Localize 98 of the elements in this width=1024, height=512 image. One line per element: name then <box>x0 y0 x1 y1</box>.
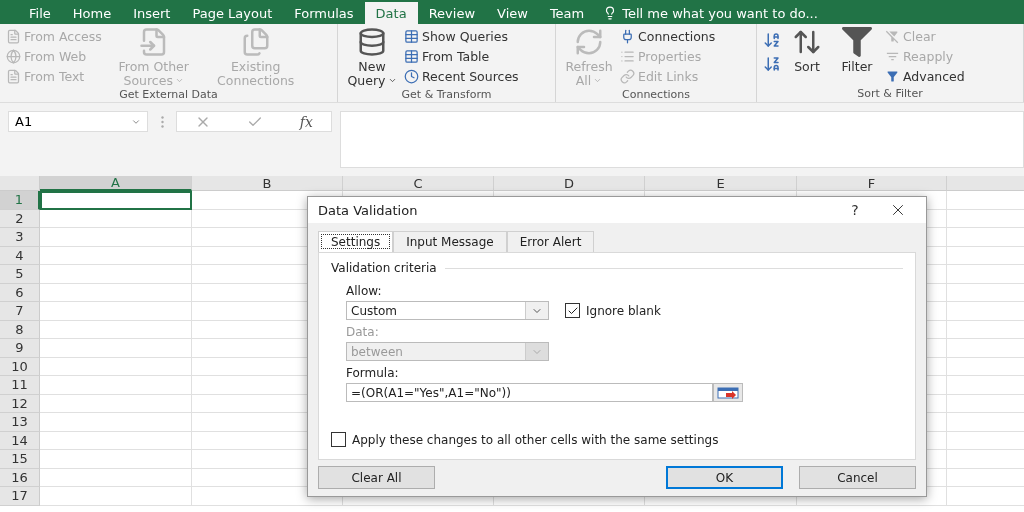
tell-me-search[interactable]: Tell me what you want to do... <box>603 2 818 24</box>
menu-tab[interactable]: Formulas <box>283 2 365 24</box>
insert-function-button[interactable]: fx <box>299 113 313 130</box>
sheet-cell[interactable] <box>40 302 192 321</box>
sheet-cell[interactable] <box>40 376 192 395</box>
sheet-cell[interactable] <box>40 265 192 284</box>
sheet-cell[interactable] <box>40 246 192 265</box>
field-label: Data: <box>346 325 379 339</box>
row-header[interactable]: 17 <box>0 487 40 506</box>
ribbon-button[interactable]: Connections <box>620 27 716 45</box>
allow-dropdown[interactable]: Custom <box>346 301 549 320</box>
link-icon <box>620 68 635 84</box>
group-label: Get External Data <box>118 88 219 103</box>
menu-tab[interactable]: Insert <box>122 2 182 24</box>
list-icon <box>620 48 635 64</box>
caret-icon <box>593 76 603 85</box>
caret-icon <box>174 76 184 85</box>
checkbox[interactable] <box>331 432 346 447</box>
row-header[interactable]: 5 <box>0 265 40 284</box>
checkbox[interactable] <box>565 303 580 318</box>
ribbon-large-button[interactable]: Sort <box>785 27 829 87</box>
column-header[interactable]: D <box>494 176 645 191</box>
sheet-cell[interactable] <box>40 431 192 450</box>
sheet-cell[interactable] <box>40 413 192 432</box>
caret-icon <box>387 76 397 85</box>
sheet-cell[interactable] <box>40 394 192 413</box>
apply-all-checkbox[interactable]: Apply these changes to all other cells with the same settings <box>331 432 903 447</box>
funnel-off-icon <box>885 28 900 44</box>
menu-tab[interactable]: File <box>18 2 62 24</box>
column-header[interactable]: E <box>645 176 797 191</box>
group-label: Connections <box>621 88 691 103</box>
dialog-button[interactable]: OK <box>666 466 783 489</box>
document-icon <box>6 68 21 84</box>
row-header[interactable]: 13 <box>0 413 40 432</box>
column-header[interactable]: F <box>797 176 947 191</box>
ribbon-button[interactable]: Recent Sources <box>404 67 519 85</box>
ignore-blank-checkbox[interactable]: Ignore blank <box>565 303 661 318</box>
dialog-tab[interactable]: Settings <box>318 231 394 252</box>
ribbon-large-button[interactable]: Filter <box>833 27 881 87</box>
document-icon <box>6 28 21 44</box>
range-picker-button[interactable] <box>713 383 743 402</box>
column-header[interactable]: B <box>192 176 343 191</box>
sheet-cell[interactable] <box>40 320 192 339</box>
table-icon <box>404 28 419 44</box>
refresh-icon <box>574 27 604 57</box>
name-box[interactable]: A1 <box>8 111 148 132</box>
column-header[interactable]: A <box>40 176 192 191</box>
sheet-cell[interactable] <box>40 450 192 469</box>
select-all-corner[interactable] <box>0 176 40 191</box>
row-header[interactable]: 7 <box>0 302 40 321</box>
sheet-cell[interactable] <box>40 339 192 358</box>
dialog-button[interactable]: Clear All <box>318 466 435 489</box>
sheet-cell[interactable] <box>40 283 192 302</box>
dialog-tab[interactable]: Error Alert <box>506 231 595 252</box>
column-header[interactable]: C <box>343 176 494 191</box>
plug-icon <box>620 28 635 44</box>
formula-input[interactable]: =(OR(A1="Yes",A1="No")) <box>346 383 713 402</box>
selected-cell[interactable] <box>40 191 192 210</box>
column-header[interactable] <box>947 176 1024 191</box>
menu-tab[interactable]: Data <box>364 2 418 24</box>
row-header[interactable]: 9 <box>0 339 40 358</box>
sort-ascending-icon[interactable] <box>763 31 781 49</box>
menu-tab[interactable]: Page Layout <box>181 2 284 24</box>
range-picker-icon <box>717 386 739 399</box>
clock-icon <box>404 68 419 84</box>
dialog-tab[interactable]: Input Message <box>393 231 507 252</box>
menu-tab[interactable]: Review <box>417 2 487 24</box>
group-label: Sort & Filter <box>856 87 924 102</box>
database-icon <box>357 27 387 57</box>
dialog-button[interactable]: Cancel <box>799 466 916 489</box>
grip-icon <box>160 115 164 128</box>
funnel-icon <box>842 27 872 57</box>
table-icon <box>404 48 419 64</box>
sheet-cell[interactable] <box>40 228 192 247</box>
ribbon-button[interactable]: Advanced <box>885 67 965 85</box>
menu-tab[interactable]: Home <box>61 2 123 24</box>
menu-tab[interactable]: View <box>486 2 539 24</box>
row-header[interactable]: 1 <box>0 191 40 210</box>
sort-descending-icon[interactable] <box>763 55 781 73</box>
row-header[interactable]: 3 <box>0 228 40 247</box>
sheet-cell[interactable] <box>40 357 192 376</box>
field-label: Formula: <box>346 366 399 380</box>
help-button[interactable]: ? <box>830 202 880 218</box>
group-label: Get & Transform <box>400 88 493 103</box>
field-label: Allow: <box>346 284 382 298</box>
dialog-title: Data Validation <box>318 202 419 218</box>
row-header[interactable]: 11 <box>0 376 40 395</box>
ribbon-button[interactable]: Show Queries <box>404 27 519 45</box>
row-header[interactable]: 15 <box>0 450 40 469</box>
ribbon-large-button[interactable]: New Query <box>344 27 400 88</box>
sheet-cell[interactable] <box>40 209 192 228</box>
sheet-cell[interactable] <box>40 487 192 506</box>
formula-field[interactable] <box>340 111 1024 168</box>
ribbon-button[interactable]: From Table <box>404 47 519 65</box>
section-label: Validation criteria <box>331 261 437 275</box>
globe-icon <box>6 48 21 64</box>
menu-tab[interactable]: Team <box>538 2 596 24</box>
sheet-cell[interactable] <box>40 468 192 487</box>
